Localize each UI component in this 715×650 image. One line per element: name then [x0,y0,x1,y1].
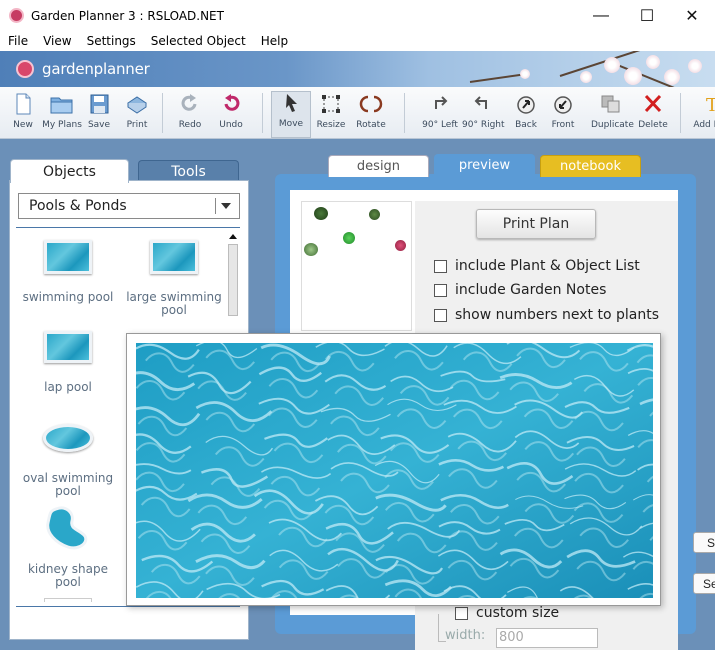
checkbox[interactable] [434,259,447,273]
title-bar: Garden Planner 3 : RSLOAD.NET — ☐ ✕ [0,0,715,31]
scroll-up-icon[interactable] [229,234,237,239]
menu-help[interactable]: Help [253,31,295,51]
lap-pool-thumbnail [44,331,92,363]
rotate-tool-button[interactable]: Rotate [351,93,391,137]
new-button[interactable]: New [3,93,43,137]
toolbar: New My Plans Save Print Redo Undo Move R… [0,87,715,139]
window-title: Garden Planner 3 : RSLOAD.NET [31,9,224,23]
save-button[interactable]: Save [79,93,119,137]
side-button[interactable]: S [693,532,715,553]
rotate-left-button[interactable]: 90° Left [420,93,460,137]
rotate-left-icon [435,96,448,109]
print-button[interactable]: Print [117,93,157,137]
rotate-right-icon [474,96,487,109]
plan-preview [301,201,412,331]
folder-icon [50,97,73,114]
brand-banner: gardenplanner [0,51,715,87]
next-object-thumbnail [44,598,92,602]
object-item-kidney-shape-pool[interactable]: kidney shape pool [18,505,118,589]
tab-objects[interactable]: Objects [10,159,129,183]
menu-selected-object[interactable]: Selected Object [143,31,253,51]
checkbox[interactable] [434,283,447,297]
svg-text:T: T [706,95,715,115]
my-plans-button[interactable]: My Plans [42,93,82,137]
brand-logo: gardenplanner [42,60,150,78]
plant-marker [369,209,380,220]
object-item-large-swimming-pool[interactable]: large swimming pool [124,240,224,317]
object-item-swimming-pool[interactable]: swimming pool [18,240,118,304]
scroll-thumb[interactable] [228,244,238,316]
resize-tool-button[interactable]: Resize [311,93,351,137]
plant-marker [395,240,406,251]
minimize-button[interactable]: — [578,0,624,31]
tab-tools[interactable]: Tools [138,160,239,181]
bring-front-button[interactable]: Front [543,93,583,137]
duplicate-icon [601,95,620,113]
print-plan-button[interactable]: Print Plan [476,209,596,239]
cursor-arrow-icon [286,94,297,112]
tab-notebook[interactable]: notebook [540,155,641,177]
delete-button[interactable]: Delete [633,93,673,137]
menu-file[interactable]: File [0,31,35,51]
duplicate-button[interactable]: Duplicate [591,93,634,137]
width-label: width: [445,628,486,643]
send-back-icon [517,96,535,114]
checkbox[interactable] [434,308,447,322]
delete-x-icon [644,94,662,113]
object-item-oval-swimming-pool[interactable]: oval swimming pool [18,424,118,498]
plant-marker [314,207,328,220]
text-label-icon: T [706,95,715,115]
oval-pool-thumbnail [43,424,93,452]
new-document-icon [16,93,31,115]
object-preview-popup [126,333,661,606]
chevron-down-icon [221,203,231,209]
redo-icon [181,94,197,111]
close-button[interactable]: ✕ [669,0,715,31]
undo-button[interactable]: Undo [211,93,251,137]
object-item-lap-pool[interactable]: lap pool [18,331,118,394]
divider [16,606,240,607]
menu-settings[interactable]: Settings [79,31,143,51]
move-tool-button[interactable]: Move [271,91,311,138]
printer-icon [127,96,147,114]
redo-button[interactable]: Redo [170,93,210,137]
checkbox[interactable] [455,606,468,620]
option-custom-size[interactable]: custom size [455,605,559,621]
bring-front-icon [554,96,572,114]
option-plant-object-list[interactable]: include Plant & Object List [434,258,640,274]
category-select[interactable]: Pools & Ponds [18,193,240,219]
flower-logo-icon [16,60,34,78]
category-select-value: Pools & Ponds [29,198,127,214]
kidney-pool-thumbnail [46,506,88,550]
app-icon [9,8,24,23]
side-button[interactable]: Se [693,573,715,594]
menu-bar: File View Settings Selected Object Help [0,31,715,51]
rotate-right-button[interactable]: 90° Right [462,93,505,137]
swimming-pool-thumbnail [44,240,92,274]
maximize-button[interactable]: ☐ [624,0,670,31]
option-garden-notes[interactable]: include Garden Notes [434,282,606,298]
option-show-numbers[interactable]: show numbers next to plants [434,307,659,323]
menu-view[interactable]: View [35,31,78,51]
tab-design[interactable]: design [328,155,429,177]
add-label-button[interactable]: T Add L [686,93,715,137]
send-back-button[interactable]: Back [506,93,546,137]
water-texture-image [136,343,653,598]
divider [16,227,240,228]
large-swimming-pool-thumbnail [150,240,198,274]
undo-icon [224,94,240,111]
width-input[interactable]: 800 [496,628,598,648]
plant-marker [343,232,355,244]
floppy-disk-icon [90,94,109,114]
plant-marker [304,243,318,256]
resize-icon [322,95,340,113]
tab-preview[interactable]: preview [434,154,535,178]
rotate-icon [359,95,383,113]
